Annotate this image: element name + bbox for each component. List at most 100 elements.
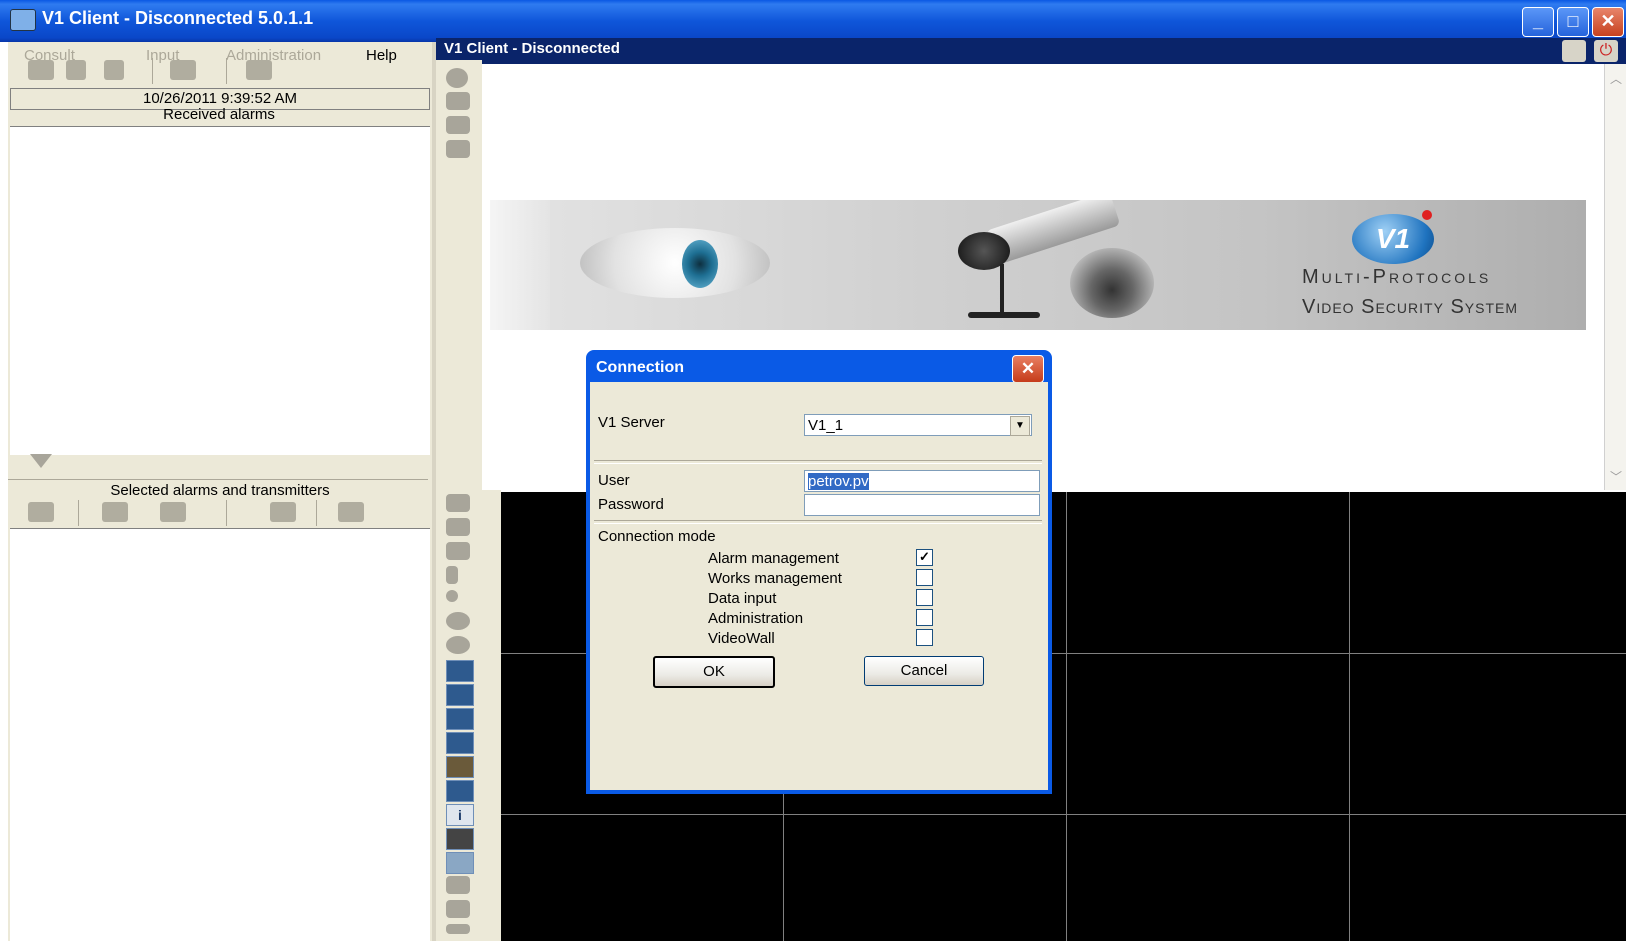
eye-iris (682, 240, 718, 288)
mode-alarm-label: Alarm management (708, 550, 839, 567)
camera-group-icon[interactable] (446, 140, 470, 158)
camera-base (968, 312, 1040, 318)
eye-graphic (580, 228, 770, 298)
cancel-button[interactable]: Cancel (864, 656, 984, 686)
info-icon[interactable] (446, 68, 468, 88)
user-value: petrov.pv (808, 473, 869, 490)
password-label: Password (598, 496, 664, 513)
banner-line1: Multi-Protocols (1302, 266, 1492, 288)
dialog-body: V1 Server V1_1 ▼ User petrov.pv Password… (590, 382, 1048, 790)
server-label: V1 Server (598, 414, 665, 431)
archive-icon[interactable] (446, 900, 470, 918)
transfer-icon[interactable] (246, 60, 272, 80)
window-titlebar: V1 Client - Disconnected 5.0.1.1 _ □ ✕ (0, 0, 1626, 42)
v1-logo: V1 (1352, 214, 1434, 264)
mode-administration-label: Administration (708, 610, 804, 627)
connection-dialog: Connection ✕ V1 Server V1_1 ▼ User petro… (586, 350, 1052, 794)
banner-fade (490, 200, 550, 330)
user-field[interactable]: petrov.pv (804, 470, 1040, 492)
layout-icon[interactable] (1562, 40, 1586, 62)
left-panel: Consult Input Administration Help 10/26/… (8, 42, 436, 942)
list-icon[interactable] (160, 502, 186, 522)
mode-datainput-checkbox[interactable] (916, 589, 933, 606)
film-icon[interactable] (446, 828, 474, 850)
separator (594, 520, 1042, 524)
inner-title: V1 Client - Disconnected (444, 40, 620, 57)
minimize-button[interactable]: _ (1522, 7, 1554, 37)
tree-expand-icon[interactable] (446, 116, 470, 134)
snapshot-icon[interactable] (446, 756, 474, 778)
info-panel-icon[interactable]: i (446, 804, 474, 826)
record-icon[interactable] (446, 590, 458, 602)
more-icon[interactable] (446, 924, 470, 934)
inner-titlebar: V1 Client - Disconnected ⏻ (436, 38, 1626, 64)
dialog-title: Connection (596, 359, 684, 376)
chevron-down-icon[interactable]: ▼ (1010, 416, 1030, 436)
divider (8, 479, 428, 480)
app-icon (10, 9, 36, 31)
grid-remove-icon[interactable] (446, 732, 474, 754)
server-select[interactable]: V1_1 ▼ (804, 414, 1032, 436)
vertical-toolbar-bottom: i (436, 490, 501, 941)
settings-icon[interactable] (170, 60, 196, 80)
mode-datainput-label: Data input (708, 590, 777, 607)
menu-administration[interactable]: Administration (226, 47, 321, 64)
ok-button[interactable]: OK (653, 656, 775, 688)
close-button[interactable]: ✕ (1592, 7, 1624, 37)
alarm-icon[interactable] (28, 502, 54, 522)
export-icon[interactable] (446, 852, 474, 874)
rewind-icon[interactable] (446, 494, 470, 512)
grid-layout-icon[interactable] (446, 708, 474, 730)
connection-mode-label: Connection mode (598, 528, 716, 545)
received-alarms-list[interactable] (10, 126, 430, 455)
banner-line2: Video Security System (1302, 296, 1519, 318)
grid-line (501, 814, 1626, 815)
mode-videowall-checkbox[interactable] (916, 629, 933, 646)
logo-dot (1422, 210, 1432, 220)
acknowledge-icon[interactable] (270, 502, 296, 522)
window-title: V1 Client - Disconnected 5.0.1.1 (42, 8, 314, 28)
dome-camera (1070, 248, 1154, 318)
fast-forward-icon[interactable] (446, 542, 470, 560)
play-icon[interactable] (446, 518, 470, 536)
mode-videowall-label: VideoWall (708, 630, 775, 647)
zoom-out-icon[interactable] (446, 636, 470, 654)
selected-alarms-label: Selected alarms and transmitters (110, 482, 330, 499)
chevron-down-icon[interactable] (30, 454, 52, 468)
toolbar-separator (152, 58, 153, 84)
password-field[interactable] (804, 494, 1040, 516)
mode-alarm-checkbox[interactable]: ✓ (916, 549, 933, 566)
grid-line (1349, 492, 1350, 941)
selected-alarms-list[interactable] (10, 528, 430, 942)
camera-stand (1000, 264, 1004, 316)
menu-help[interactable]: Help (366, 47, 397, 64)
product-banner: V1 Multi-Protocols Video Security System (490, 200, 1586, 330)
zoom-in-icon[interactable] (446, 612, 470, 630)
separator (594, 460, 1042, 464)
scroll-down-icon[interactable]: ﹀ (1610, 468, 1622, 485)
power-icon[interactable]: ⏻ (1594, 40, 1618, 62)
connect-icon[interactable] (28, 60, 54, 80)
pause-icon[interactable] (446, 566, 458, 584)
user-label: User (598, 472, 630, 489)
grid-add-icon[interactable] (446, 684, 474, 706)
vertical-toolbar-top (436, 60, 482, 490)
home-icon[interactable] (338, 502, 364, 522)
toolbar-separator (78, 500, 79, 526)
mode-works-checkbox[interactable] (916, 569, 933, 586)
tree-icon[interactable] (446, 92, 470, 110)
print-icon[interactable] (446, 876, 470, 894)
scroll-up-icon[interactable]: ︿ (1610, 70, 1622, 87)
vertical-scrollbar[interactable]: ︿ ﹀ (1604, 64, 1626, 490)
mode-administration-checkbox[interactable] (916, 609, 933, 626)
ptz-control-icon[interactable] (446, 660, 474, 682)
mode-works-label: Works management (708, 570, 842, 587)
dialog-close-button[interactable]: ✕ (1012, 355, 1044, 383)
filter-icon[interactable] (102, 502, 128, 522)
received-alarms-label: Received alarms (163, 106, 275, 123)
document-icon[interactable] (66, 60, 86, 80)
toolbar-separator (226, 500, 227, 526)
mosaic-icon[interactable] (446, 780, 474, 802)
maximize-button[interactable]: □ (1557, 7, 1589, 37)
report-icon[interactable] (104, 60, 124, 80)
